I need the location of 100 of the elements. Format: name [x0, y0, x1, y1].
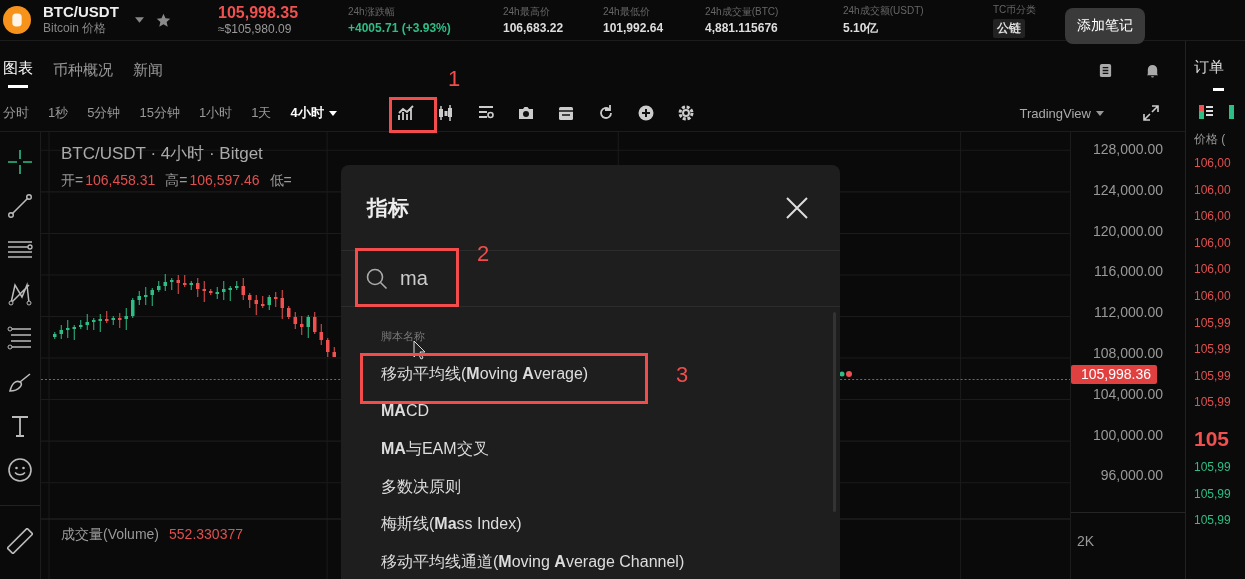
- stat-value: 101,992.64: [603, 21, 665, 35]
- order-price: 106,00: [1194, 156, 1232, 172]
- candlestick: [267, 294, 271, 311]
- candlestick: [319, 323, 323, 346]
- candlestick-icon[interactable]: [436, 104, 455, 122]
- stat-label: 24h最低价: [603, 5, 651, 19]
- ohlc-label: 低=: [269, 172, 292, 190]
- fullscreen-icon[interactable]: [1142, 104, 1160, 122]
- last-price: 105: [1194, 425, 1231, 452]
- stat-label: 24h成交额(USDT): [843, 3, 925, 18]
- ruler-icon[interactable]: [7, 528, 33, 554]
- candlestick: [241, 277, 245, 301]
- step-number: 1: [448, 66, 461, 92]
- volume-label: 成交量(Volume): [61, 526, 160, 544]
- trend-line-icon[interactable]: [7, 193, 33, 219]
- indicators-icon[interactable]: [396, 104, 415, 122]
- candlestick: [131, 297, 135, 319]
- indicator-item[interactable]: MA与EAM交叉: [381, 439, 489, 477]
- star-icon[interactable]: [155, 12, 171, 28]
- interval-tab[interactable]: 1小时: [198, 104, 233, 122]
- candlestick: [261, 295, 265, 309]
- candlestick: [248, 292, 252, 309]
- price-tick: 120,000.00: [1092, 222, 1163, 239]
- order-price: 105,99: [1194, 315, 1232, 332]
- price-tick: 96,000.00: [1100, 467, 1163, 484]
- pattern-icon[interactable]: [7, 281, 33, 307]
- candlestick: [111, 315, 115, 326]
- add-icon[interactable]: [636, 104, 655, 122]
- cursor-icon: [413, 340, 427, 360]
- interval-tab[interactable]: 1天: [251, 104, 272, 122]
- order-price: 106,00: [1194, 209, 1232, 226]
- order-price: 105,99: [1194, 395, 1232, 412]
- settings-icon[interactable]: [676, 104, 695, 122]
- ohlc-label: 高=: [165, 172, 188, 190]
- candlestick: [196, 277, 200, 298]
- camera-icon[interactable]: [516, 104, 535, 122]
- highlight-frame: [389, 97, 437, 133]
- candlestick: [235, 280, 239, 291]
- caret-icon[interactable]: [134, 17, 144, 23]
- stat-label: TC币分类: [993, 2, 1037, 17]
- candlestick: [59, 324, 63, 340]
- candlestick: [183, 274, 187, 288]
- close-icon[interactable]: [786, 196, 808, 219]
- interval-tab[interactable]: 5分钟: [87, 104, 121, 122]
- order-price: 105,99: [1194, 513, 1232, 530]
- view-tab[interactable]: 币种概况: [53, 50, 113, 90]
- interval-tab[interactable]: 1秒: [48, 104, 69, 122]
- caret-icon: [1096, 110, 1104, 116]
- candlestick: [144, 286, 148, 306]
- order-price: 106,00: [1194, 262, 1232, 279]
- section-label: 脚本名称: [381, 329, 426, 344]
- candlestick: [163, 273, 167, 292]
- candlestick: [209, 288, 213, 296]
- price-tick: 104,000.00: [1092, 385, 1163, 402]
- candlestick: [66, 319, 70, 339]
- indicator-item[interactable]: MACD: [381, 401, 429, 439]
- interval-tab[interactable]: 分时: [3, 104, 29, 122]
- note-icon[interactable]: [1098, 62, 1113, 78]
- stat-value: +4005.71 (+3.93%): [348, 21, 452, 35]
- candlestick: [176, 274, 180, 295]
- bell-icon[interactable]: [1145, 62, 1160, 78]
- book-mode-icon[interactable]: [1199, 105, 1213, 119]
- order-price: 106,00: [1194, 235, 1232, 252]
- calendar-icon[interactable]: [556, 104, 575, 122]
- column-header: 价格 (: [1194, 131, 1227, 148]
- candlestick: [222, 280, 226, 301]
- candlestick: [306, 314, 310, 339]
- candlestick: [105, 310, 109, 324]
- candlestick: [53, 331, 57, 340]
- dialog-title: 指标: [367, 194, 409, 221]
- candlestick: [124, 307, 128, 331]
- step-number: 2: [477, 241, 490, 267]
- order-price: 105,99: [1194, 368, 1232, 385]
- order-price: 106,00: [1194, 182, 1232, 199]
- search-field[interactable]: ma: [400, 267, 700, 290]
- indicator-item[interactable]: 多数决原则: [381, 476, 461, 514]
- coin-subtitle: Bitcoin 价格: [43, 20, 108, 37]
- candlestick: [332, 346, 336, 357]
- price-tick: 124,000.00: [1092, 181, 1163, 198]
- emoji-icon[interactable]: [7, 457, 33, 483]
- candlestick: [98, 313, 102, 333]
- fibonacci-icon[interactable]: [7, 325, 33, 351]
- stat-label: 24h最高价: [503, 5, 551, 19]
- order-price: 105,99: [1194, 486, 1232, 503]
- candlestick: [170, 277, 174, 291]
- tooltip: 添加笔记: [1065, 8, 1145, 44]
- stat-label: 24h成交量(BTC): [705, 5, 780, 19]
- crosshair-icon[interactable]: [7, 149, 33, 175]
- chart-source-dropdown[interactable]: TradingView: [1013, 104, 1110, 122]
- indicator-item[interactable]: 移动平均线通道(Moving Average Channel): [381, 551, 685, 579]
- interval-tab[interactable]: 15分钟: [139, 104, 180, 122]
- candlestick: [280, 289, 284, 320]
- volume-value: 552.330377: [169, 526, 243, 544]
- interval-tab[interactable]: 4小时: [290, 104, 337, 122]
- stat-label: 24h涨跌幅: [348, 5, 396, 19]
- indicator-item[interactable]: 梅斯线(Mass Index): [381, 514, 522, 552]
- indicator-item[interactable]: 移动平均线(Moving Average): [381, 364, 589, 402]
- view-tab[interactable]: 新闻: [133, 50, 163, 90]
- stat-value: 106,683.22: [503, 21, 565, 35]
- candlestick: [254, 294, 258, 316]
